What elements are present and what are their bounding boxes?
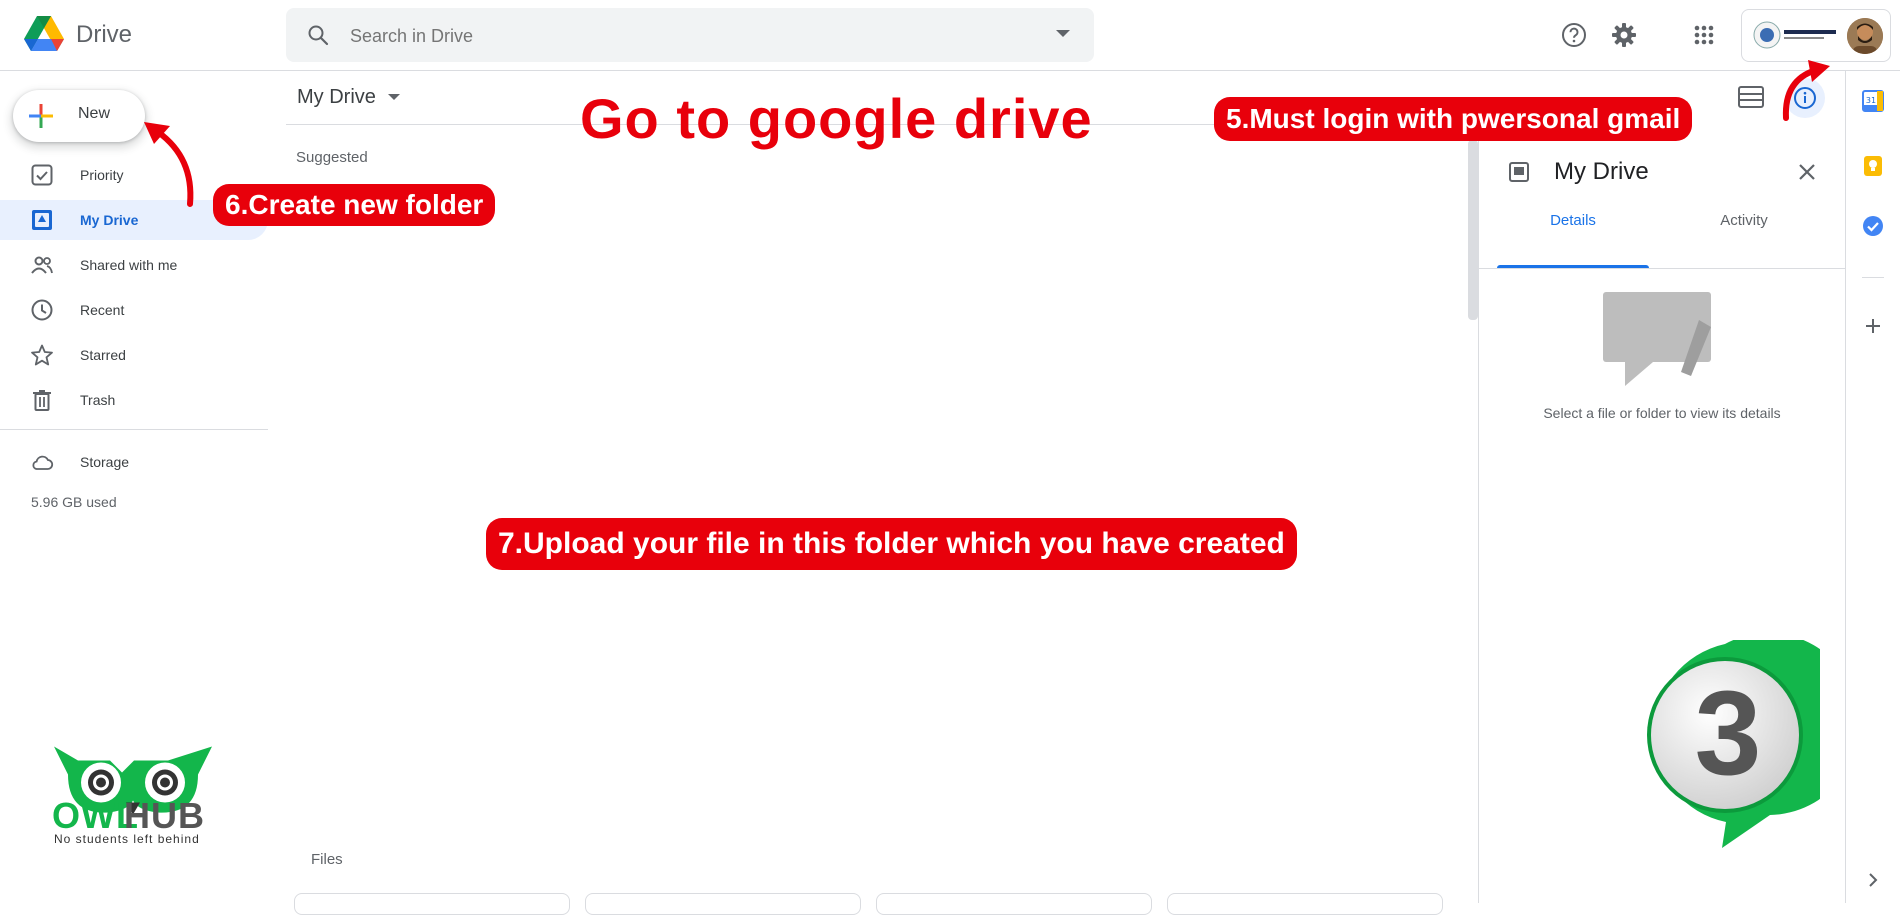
storage-used-text: 5.96 GB used: [31, 494, 117, 510]
sidebar-item-shared-with-me[interactable]: Shared with me: [0, 245, 268, 285]
file-card[interactable]: [585, 893, 861, 915]
my-drive-icon: [32, 210, 52, 230]
tab-details[interactable]: Details: [1497, 198, 1649, 248]
callout-arrow-new: [144, 122, 194, 207]
sidebar-item-trash[interactable]: Trash: [0, 380, 268, 420]
sidebar-item-storage[interactable]: Storage: [0, 442, 268, 482]
close-icon[interactable]: [1793, 158, 1821, 186]
trash-icon: [33, 390, 51, 411]
search-bar[interactable]: [286, 8, 1094, 64]
help-icon[interactable]: [1554, 15, 1594, 55]
tab-label: Activity: [1720, 212, 1768, 229]
top-bar: Drive: [0, 0, 1900, 71]
sidebar-item-label: Trash: [80, 392, 116, 408]
files-heading: Files: [311, 851, 343, 868]
user-avatar[interactable]: [1847, 18, 1883, 54]
rail-divider: [1862, 277, 1884, 278]
scrollbar-thumb[interactable]: [1468, 140, 1478, 320]
drive-logo[interactable]: [24, 14, 64, 54]
sidebar-item-label: Priority: [80, 167, 124, 183]
clock-icon: [31, 299, 53, 321]
tabs-divider: [1479, 268, 1845, 269]
side-apps-rail: 31: [1845, 71, 1900, 903]
cloud-icon: [32, 455, 54, 470]
file-card[interactable]: [876, 893, 1152, 915]
drive-folder-icon: [1509, 162, 1529, 182]
app-name: Drive: [76, 21, 133, 48]
owlhub-tagline: No students left behind: [54, 832, 200, 846]
sidebar-item-label: Recent: [80, 302, 125, 318]
search-input[interactable]: [348, 8, 992, 64]
new-button-label: New: [78, 105, 111, 122]
details-title: My Drive: [1554, 158, 1649, 185]
callout-create-folder: 6.Create new folder: [213, 184, 496, 226]
file-card[interactable]: [1167, 893, 1443, 915]
settings-gear-icon[interactable]: [1604, 15, 1644, 55]
file-card[interactable]: [294, 893, 570, 915]
search-icon[interactable]: [306, 23, 330, 47]
plus-icon: [29, 104, 53, 128]
add-addon-plus-icon[interactable]: [1862, 315, 1884, 337]
people-icon: [31, 256, 53, 274]
university-logo: [1753, 21, 1836, 49]
tasks-icon[interactable]: [1862, 215, 1884, 237]
keep-icon[interactable]: [1862, 155, 1884, 177]
chevron-down-icon[interactable]: [388, 94, 400, 100]
sidebar-divider: [0, 429, 268, 430]
sidebar-item-label: My Drive: [80, 212, 139, 228]
apps-grid-icon[interactable]: [1684, 15, 1724, 55]
step-number: 3: [1694, 666, 1762, 800]
sidebar-item-label: Shared with me: [80, 257, 178, 273]
sidebar-item-recent[interactable]: Recent: [0, 290, 268, 330]
callout-login: 5.Must login with pwersonal gmail: [1214, 97, 1693, 141]
page-title[interactable]: My Drive: [297, 86, 376, 109]
empty-details-illustration: [1603, 292, 1711, 386]
tutorial-headline: Go to google drive: [580, 87, 1093, 150]
calendar-icon[interactable]: 31: [1862, 90, 1884, 112]
sidebar-item-starred[interactable]: Starred: [0, 335, 268, 375]
list-view-icon[interactable]: [1738, 86, 1764, 108]
account-switcher[interactable]: [1741, 9, 1891, 62]
tab-activity[interactable]: Activity: [1669, 198, 1819, 248]
suggested-heading: Suggested: [296, 149, 368, 166]
priority-check-icon: [31, 164, 53, 186]
callout-upload: 7.Upload your file in this folder which …: [486, 518, 1297, 570]
chevron-right-icon[interactable]: [1862, 869, 1884, 891]
callout-arrow-account: [1782, 60, 1830, 121]
svg-text:31: 31: [1866, 96, 1876, 105]
tab-label: Details: [1550, 212, 1596, 229]
star-icon: [31, 344, 53, 366]
sidebar-item-label: Starred: [80, 347, 126, 363]
storage-label: Storage: [80, 454, 130, 470]
owlhub-wordmark-hub: HUB: [124, 795, 205, 836]
empty-details-text: Select a file or folder to view its deta…: [1543, 405, 1781, 421]
new-button[interactable]: New: [13, 90, 145, 142]
search-options-icon[interactable]: [1056, 30, 1070, 37]
